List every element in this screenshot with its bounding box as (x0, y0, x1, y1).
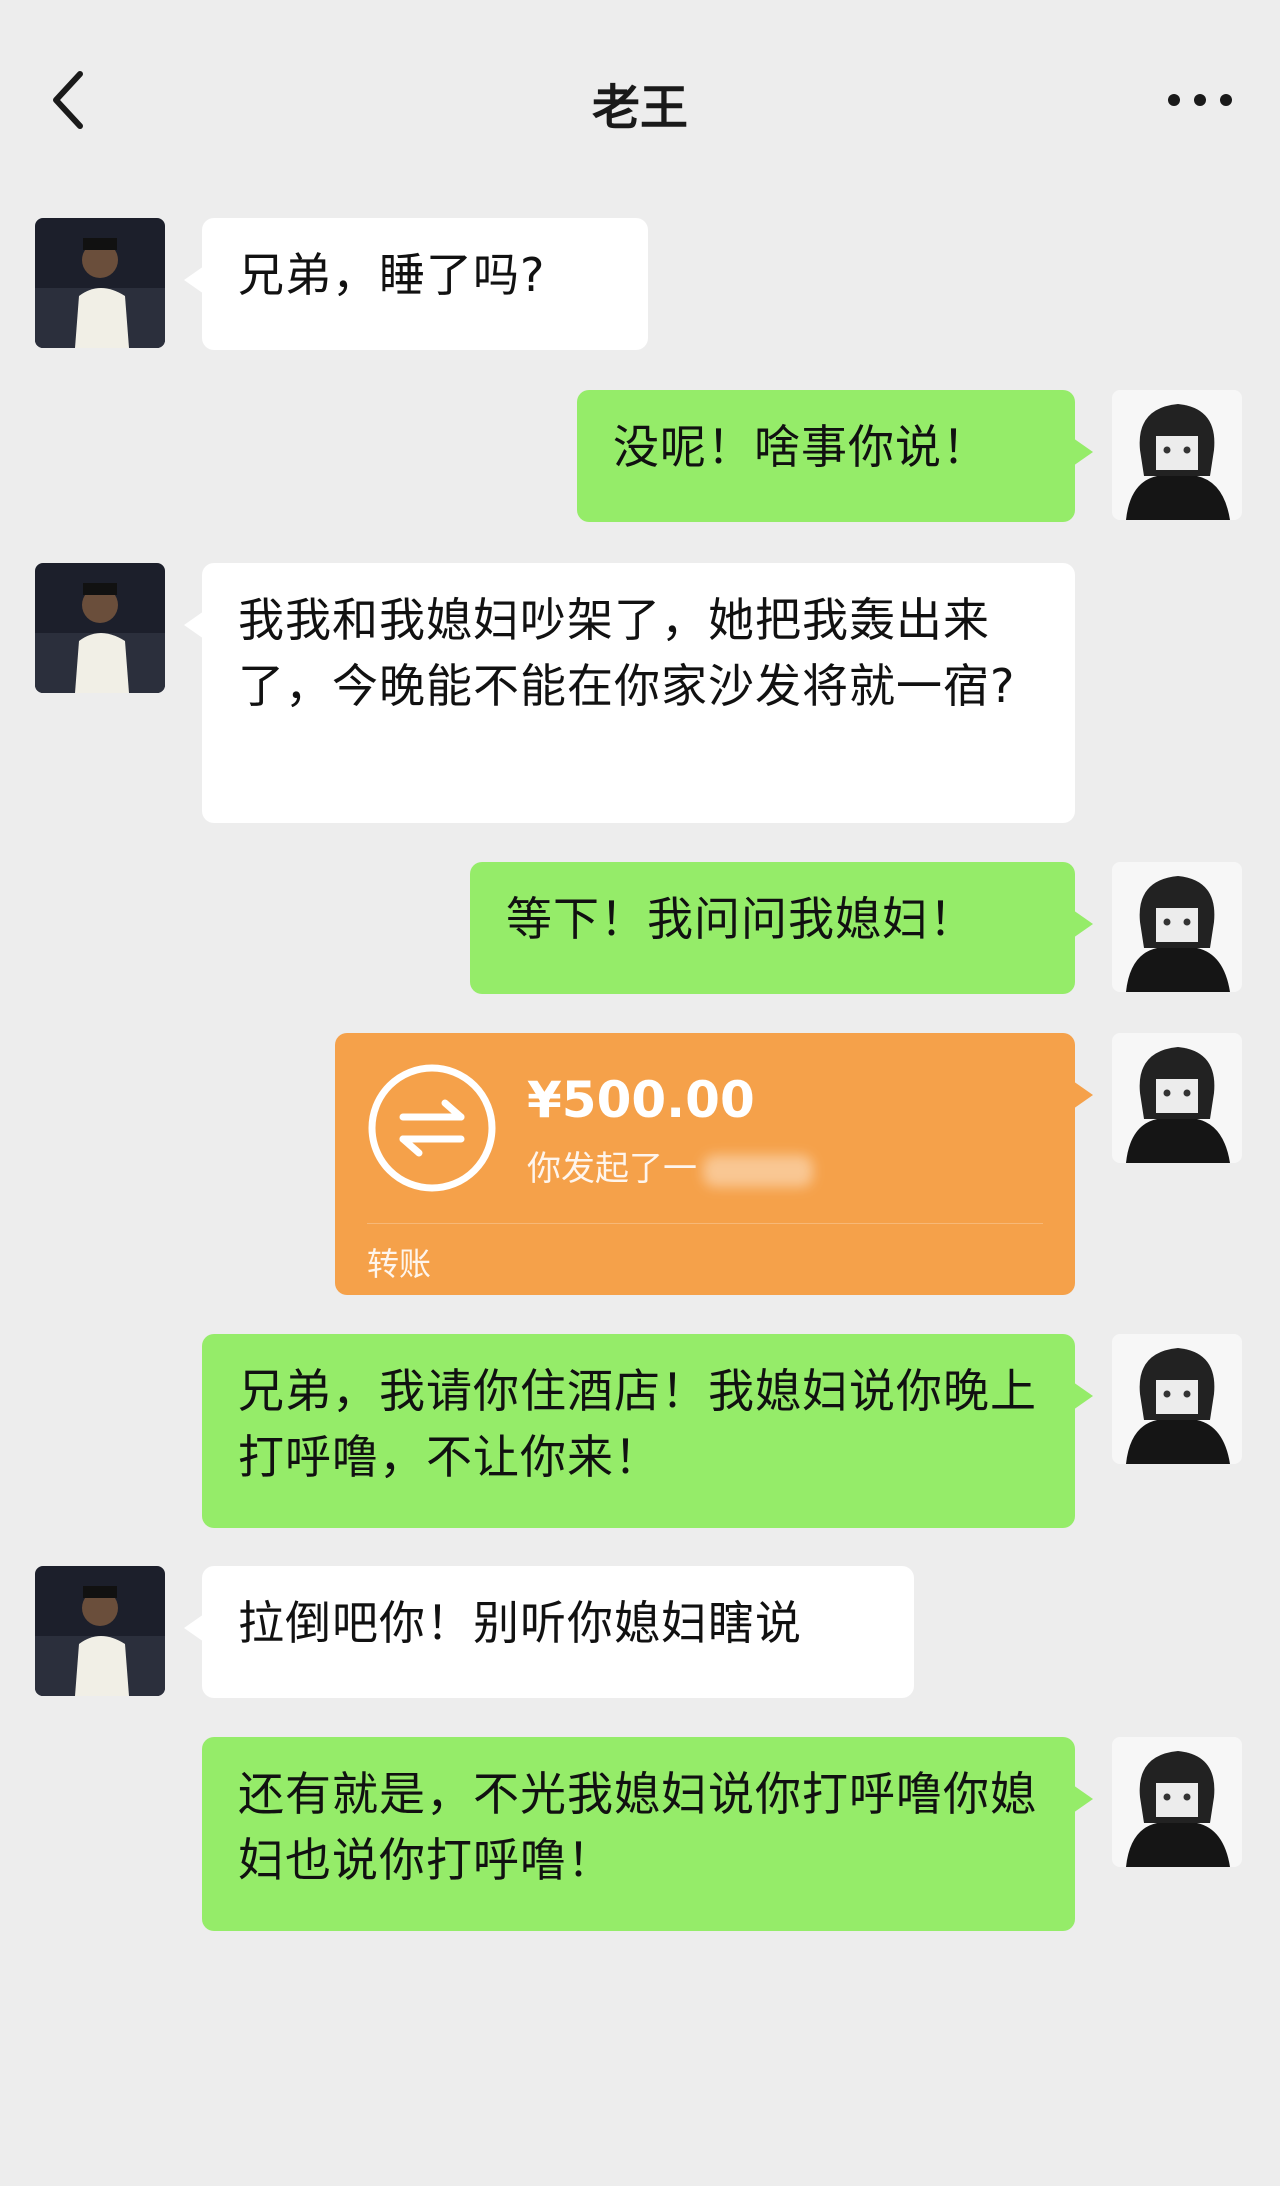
blurred-text (703, 1154, 813, 1187)
my-avatar[interactable] (1112, 1737, 1242, 1867)
friend-avatar[interactable] (35, 563, 165, 693)
message-bubble-me[interactable]: 还有就是，不光我媳妇说你打呼噜你媳妇也说你打呼噜！ (202, 1737, 1093, 1931)
message-text: 兄弟，我请你住酒店！我媳妇说你晚上打呼噜，不让你来！ (238, 1364, 1037, 1484)
chat-title: 老王 (591, 80, 688, 136)
message-bubble-friend[interactable]: 兄弟，睡了吗? (184, 218, 648, 350)
transfer-label: 转账 (367, 1245, 432, 1283)
more-button[interactable] (1160, 74, 1240, 124)
message-text: 还有就是，不光我媳妇说你打呼噜你媳妇也说你打呼噜！ (238, 1767, 1037, 1887)
message-bubble-me[interactable]: 没呢！啥事你说！ (577, 390, 1093, 522)
message-text: 拉倒吧你！别听你媳妇瞎说 (238, 1596, 802, 1650)
message-text: 没呢！啥事你说！ (613, 420, 989, 474)
transfer-card[interactable]: ¥500.00 你发起了一 转账 (335, 1033, 1093, 1295)
my-avatar[interactable] (1112, 390, 1242, 520)
message-text: 等下！我问问我媳妇！ (506, 892, 976, 946)
message-text: 兄弟，睡了吗? (238, 248, 546, 302)
transfer-amount: ¥500.00 (527, 1071, 755, 1129)
my-avatar[interactable] (1112, 862, 1242, 992)
message-bubble-friend[interactable]: 拉倒吧你！别听你媳妇瞎说 (184, 1566, 914, 1698)
friend-avatar[interactable] (35, 218, 165, 348)
message-text: 我我和我媳妇吵架了，她把我轰出来了，今晚能不能在你家沙发将就一宿? (238, 593, 1016, 713)
friend-avatar[interactable] (35, 1566, 165, 1696)
transfer-icon (368, 1064, 496, 1192)
my-avatar[interactable] (1112, 1033, 1242, 1163)
more-dots-icon (1168, 94, 1180, 106)
divider (367, 1223, 1043, 1224)
message-bubble-me[interactable]: 兄弟，我请你住酒店！我媳妇说你晚上打呼噜，不让你来！ (202, 1334, 1093, 1528)
chat-header: 老王 (0, 0, 1280, 200)
message-bubble-friend[interactable]: 我我和我媳妇吵架了，她把我轰出来了，今晚能不能在你家沙发将就一宿? (184, 563, 1075, 823)
my-avatar[interactable] (1112, 1334, 1242, 1464)
transfer-note: 你发起了一 (527, 1141, 813, 1190)
message-bubble-me[interactable]: 等下！我问问我媳妇！ (470, 862, 1093, 994)
